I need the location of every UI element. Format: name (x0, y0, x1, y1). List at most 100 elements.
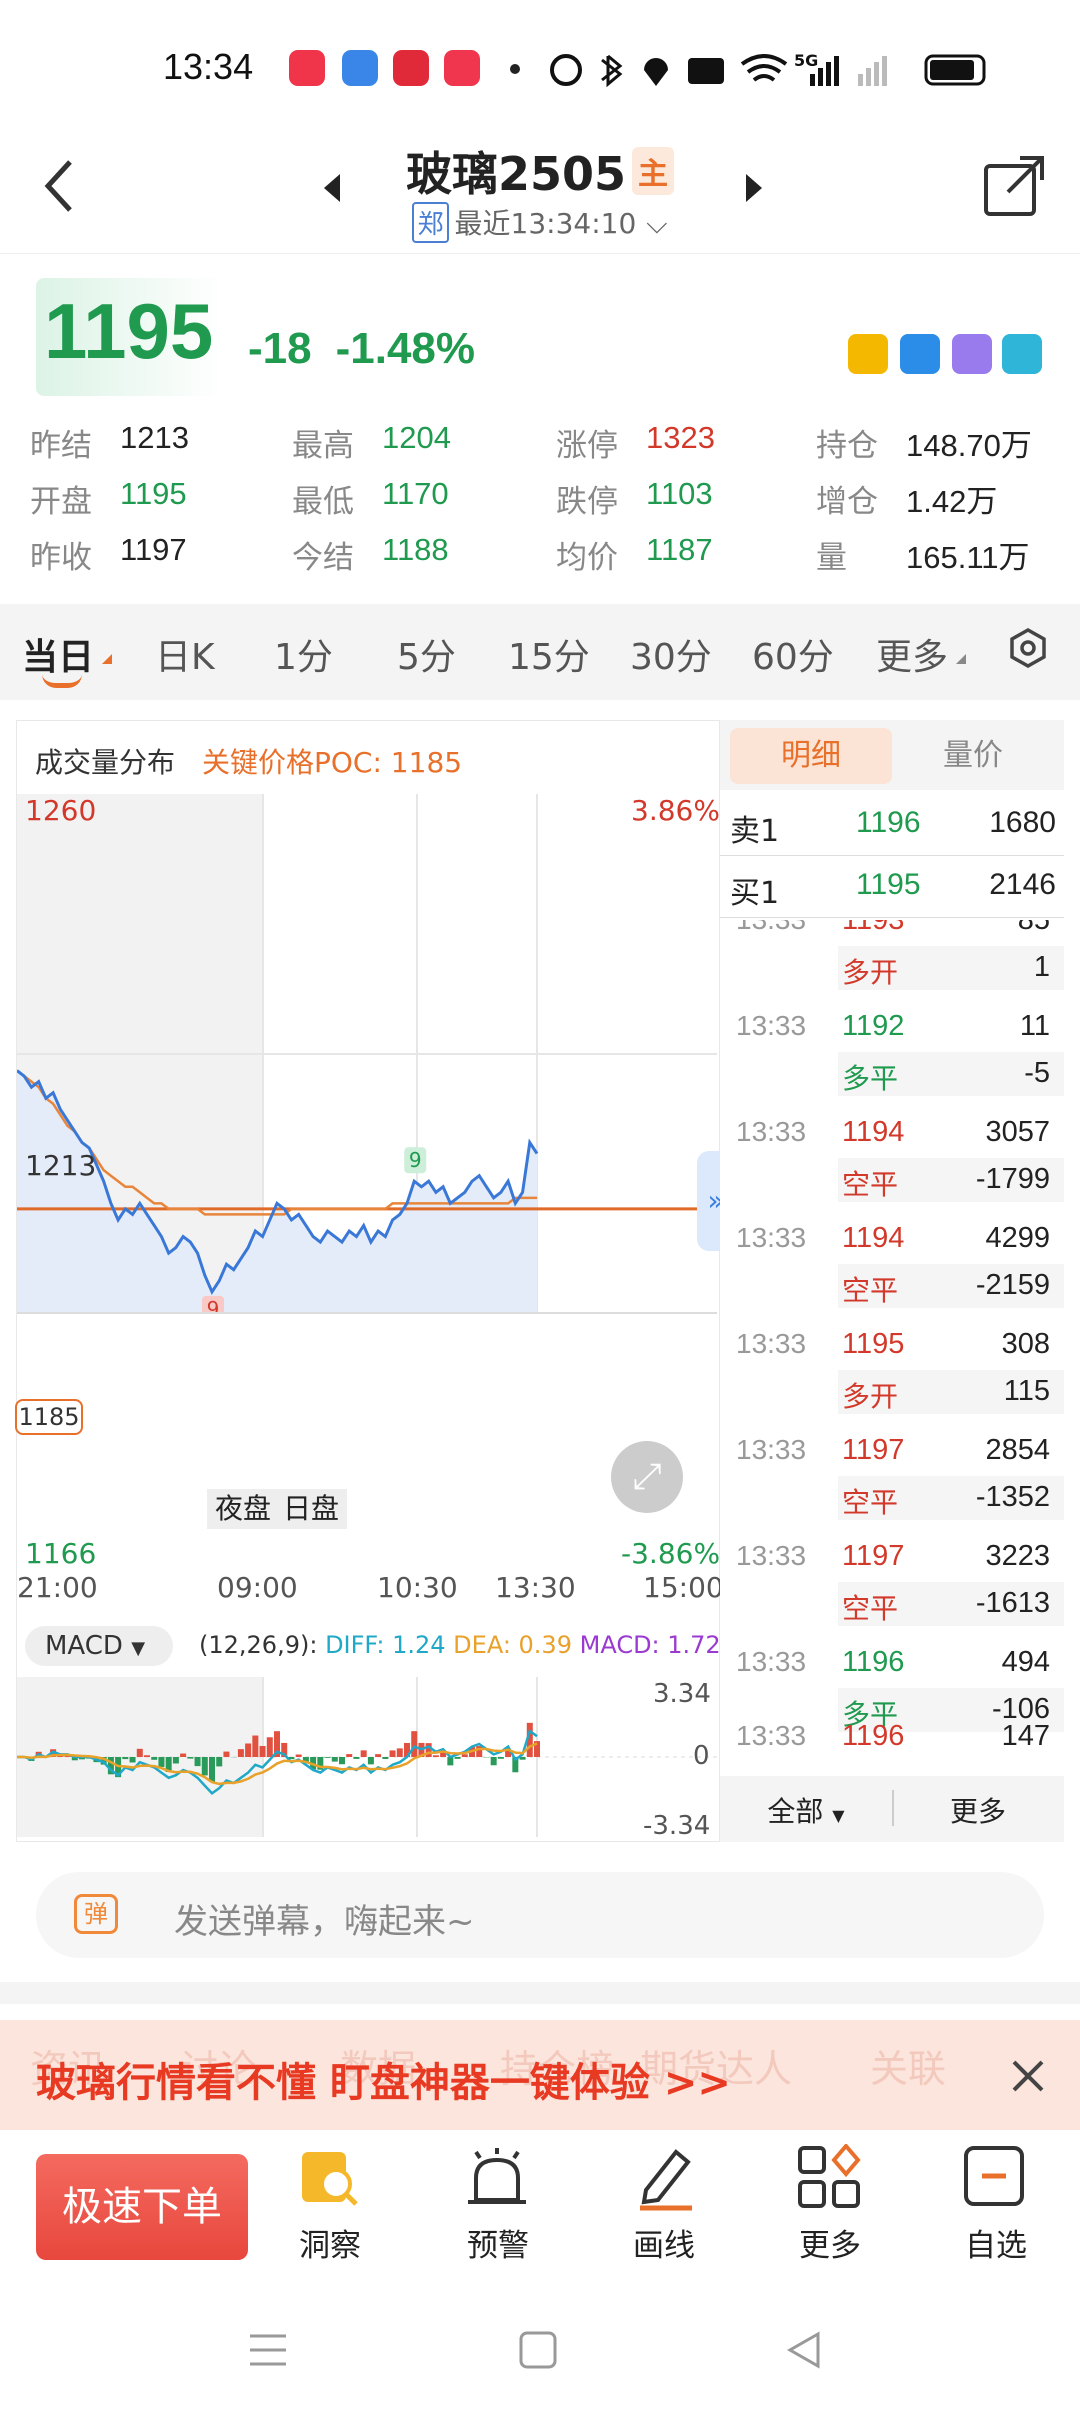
tick-volume: 4299 (985, 1222, 1050, 1254)
ask1-row: 卖1 1196 1680 (720, 796, 1064, 856)
danmu-placeholder: 发送弹幕，嗨起来~ (174, 1902, 475, 1942)
tick-list[interactable]: 13:33 1193 85 多开 1 13:33 1192 11 多平 -513… (720, 920, 1064, 1758)
stat-label: 昨结 (30, 428, 92, 464)
tab-daily-k[interactable]: 日K (155, 628, 215, 680)
tick-item: 13:33 1197 3223 空平 -1613 (720, 1526, 1064, 1626)
low-marker-label: 9 (207, 1297, 220, 1314)
macd-value: MACD: 1.72 (579, 1631, 721, 1659)
macd-bar (158, 1757, 165, 1767)
main-contract-tag: 主 (632, 147, 675, 195)
tab-more[interactable]: 更多 (876, 628, 948, 680)
bluetooth-icon (601, 54, 623, 88)
stat-value: 1.42万 (906, 484, 998, 519)
tick-price: 1192 (842, 1010, 905, 1042)
tick-time: 13:33 (736, 1116, 807, 1147)
tick-action: 空平 (842, 1274, 899, 1307)
next-contract-icon[interactable] (740, 170, 766, 206)
home-nav-icon[interactable] (518, 2330, 558, 2370)
indicator-select[interactable]: MACD ▼ (25, 1626, 173, 1666)
macd-bar (259, 1745, 266, 1757)
tick-oi-change: -1799 (975, 1163, 1050, 1195)
tick-time: 13:33 (736, 1646, 807, 1677)
tick-item: 13:33 1192 11 多平 -5 (720, 996, 1064, 1096)
promo-banner[interactable]: 资讯 讨论 数据 持仓榜 期货达人 关联 玻璃行情看不懂 盯盘神器一键体验 >> (0, 2020, 1080, 2130)
analysis-tool-icon[interactable] (1002, 334, 1042, 374)
close-icon[interactable] (1010, 2058, 1046, 2094)
macd-values: (12,26,9): DIFF: 1.24 DEA: 0.39 MACD: 1.… (199, 1631, 721, 1659)
settings-hexagon-icon[interactable] (1006, 626, 1050, 670)
share-icon[interactable] (982, 152, 1048, 218)
tab-60min[interactable]: 60分 (752, 628, 834, 680)
macd-bar (396, 1748, 403, 1757)
tab-5min[interactable]: 5分 (397, 628, 456, 680)
filter-all-button[interactable]: 全部 ▼ (720, 1790, 892, 1830)
macd-bar (346, 1754, 353, 1757)
more-button[interactable]: 更多 (770, 2220, 890, 2265)
high-marker-label: 9 (409, 1148, 422, 1172)
tab-volume-price[interactable]: 量价 (892, 728, 1054, 784)
chart-tool-icon[interactable] (900, 334, 940, 374)
tick-price: 1194 (842, 1222, 905, 1254)
back-nav-icon[interactable] (784, 2330, 824, 2370)
macd-bar (476, 1746, 483, 1757)
header: 玻璃2505 主 郑最近13:34:10 ⌵ (0, 130, 1080, 254)
tick-price: 1194 (842, 1116, 905, 1148)
insight-button[interactable]: 洞察 (270, 2220, 390, 2265)
watchlist-button[interactable]: 自选 (936, 2220, 1056, 2265)
alert-bell-icon (468, 2148, 526, 2204)
system-nav-bar (0, 2290, 1080, 2412)
tick-volume: 3057 (985, 1116, 1050, 1148)
detail-more-button[interactable]: 更多 (892, 1790, 1064, 1830)
danmu-input[interactable]: 弹 发送弹幕，嗨起来~ (36, 1872, 1044, 1958)
fullscreen-icon[interactable]: ⤢ (611, 1441, 683, 1513)
macd-bar (144, 1755, 150, 1757)
macd-chart[interactable] (17, 1677, 721, 1841)
y-axis-top-pct-label: 3.86% (631, 794, 720, 827)
tick-volume: 85 (1017, 920, 1050, 936)
quick-order-button[interactable]: 极速下单 (36, 2154, 248, 2260)
macd-bar (497, 1757, 504, 1759)
stat-label: 涨停 (556, 428, 618, 464)
macd-bar (209, 1757, 215, 1782)
tick-oi-change: -2159 (975, 1269, 1050, 1301)
tick-item: 13:33 1197 2854 空平 -1352 (720, 1420, 1064, 1520)
alarm-icon (550, 54, 582, 86)
idea-tool-icon[interactable] (952, 334, 992, 374)
tick-oi-change: 115 (1003, 1375, 1050, 1407)
poc-price-tag: 1185 (15, 1399, 83, 1435)
tick-price: 1197 (842, 1434, 905, 1466)
draw-line-button[interactable]: 画线 (604, 2220, 724, 2265)
exchange-badge: 郑 (412, 202, 449, 243)
menu-nav-icon[interactable] (248, 2330, 288, 2370)
alert-button[interactable]: 预警 (438, 2220, 558, 2265)
insight-tool-icon[interactable] (848, 334, 888, 374)
macd-bar (360, 1750, 367, 1757)
macd-bar (122, 1757, 129, 1760)
music-app-icon (289, 50, 325, 86)
tick-action: 空平 (842, 1592, 899, 1625)
tick-item-partial-top: 13:33 1193 85 多开 1 (720, 920, 1064, 990)
tab-15min[interactable]: 15分 (508, 628, 590, 680)
poc-label: 关键价格POC: 1185 (202, 746, 463, 779)
tab-detail[interactable]: 明细 (730, 728, 892, 784)
tab-intraday[interactable]: 当日 (22, 628, 94, 680)
stat-value: 1188 (382, 532, 449, 567)
tick-time: 13:33 (736, 1010, 807, 1041)
macd-bar (136, 1748, 143, 1757)
macd-bar (461, 1754, 468, 1757)
stat-label: 昨收 (30, 540, 92, 576)
macd-diff-value: DIFF: 1.24 (325, 1631, 446, 1659)
macd-bar (266, 1737, 273, 1757)
price-chart[interactable]: 99 (17, 794, 721, 1314)
macd-bar (245, 1743, 252, 1757)
update-time[interactable]: 郑最近13:34:10 ⌵ (0, 202, 1080, 243)
tab-1min[interactable]: 1分 (274, 628, 333, 680)
last-price: 1195 (44, 287, 214, 375)
stat-label: 均价 (556, 540, 618, 576)
tab-30min[interactable]: 30分 (630, 628, 712, 680)
ask1-label: 卖1 (730, 814, 780, 849)
macd-bar (252, 1735, 259, 1757)
macd-bar (454, 1757, 461, 1759)
stat-label: 跌停 (556, 484, 618, 520)
status-bar: 13:34 5G (0, 0, 1080, 130)
